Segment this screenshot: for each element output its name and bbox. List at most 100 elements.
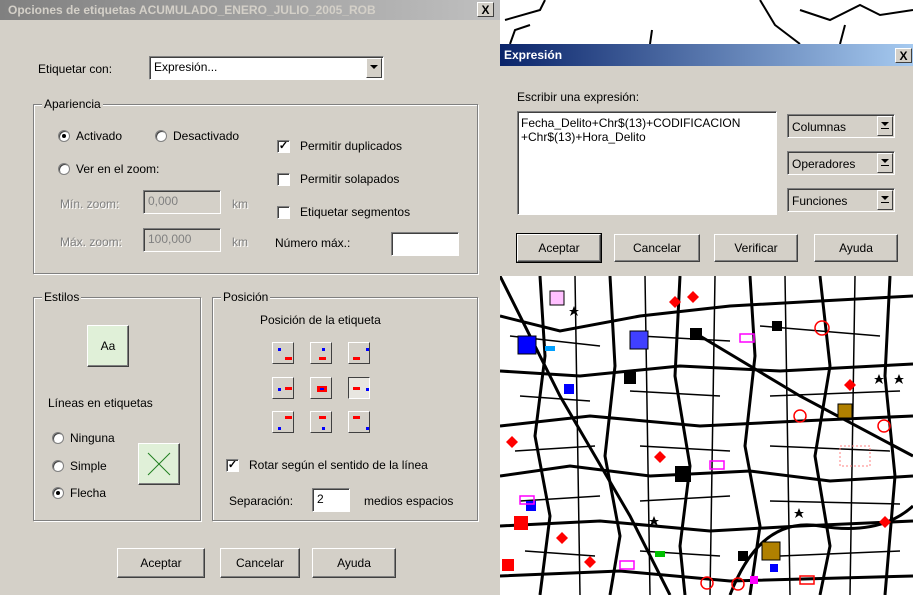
max-zoom-unit: km: [232, 235, 248, 249]
expression-ok-button[interactable]: Aceptar: [516, 233, 602, 263]
crime-markers: [502, 290, 904, 591]
label-options-dialog: Opciones de etiquetas ACUMULADO_ENERO_JU…: [0, 0, 500, 595]
expression-prompt: Escribir una expresión:: [517, 90, 640, 104]
line-style-button[interactable]: [138, 443, 180, 485]
dropdown-arrow-icon[interactable]: [877, 116, 893, 136]
font-style-label: Aa: [100, 339, 116, 353]
expression-verify-text: Verificar: [734, 241, 778, 255]
map-streets-top: [504, 0, 913, 45]
zoom-radio[interactable]: [58, 163, 70, 175]
activated-radio[interactable]: [58, 130, 70, 142]
label-segments-label: Etiquetar segmentos: [300, 205, 411, 219]
label-segments-checkbox[interactable]: [277, 206, 290, 219]
position-middle-left-button[interactable]: [272, 377, 294, 399]
line-none-radio[interactable]: [52, 432, 64, 444]
activated-label: Activado: [76, 129, 123, 143]
position-top-left-button[interactable]: [272, 342, 294, 364]
position-top-center-button[interactable]: [310, 342, 332, 364]
columns-dropdown[interactable]: Columnas: [787, 114, 895, 138]
max-zoom-input[interactable]: 100,000: [143, 228, 221, 252]
expression-dialog: Expresión X Escribir una expresión: Fech…: [500, 44, 913, 276]
expression-verify-button[interactable]: Verificar: [714, 234, 798, 262]
operators-label: Operadores: [792, 157, 856, 171]
label-position-icon: [353, 387, 369, 391]
position-middle-right-button[interactable]: [348, 377, 370, 399]
label-help-button[interactable]: Ayuda: [312, 548, 396, 578]
allow-overlap-label: Permitir solapados: [300, 172, 400, 186]
line-simple-radio[interactable]: [52, 460, 64, 472]
allow-duplicates-checkbox[interactable]: ✓: [277, 140, 290, 153]
label-with-value: Expresión...: [154, 60, 218, 74]
position-center-button[interactable]: [310, 377, 332, 399]
font-style-button[interactable]: Aa: [87, 325, 129, 367]
expression-help-text: Ayuda: [839, 241, 873, 255]
min-zoom-value: 0,000: [148, 194, 179, 208]
label-cancel-button[interactable]: Cancelar: [220, 548, 300, 578]
deactivated-radio[interactable]: [155, 130, 167, 142]
min-zoom-input[interactable]: 0,000: [143, 190, 221, 214]
map-view-top[interactable]: [500, 0, 913, 45]
separation-value: 2: [317, 492, 324, 506]
expression-close-button[interactable]: X: [895, 48, 912, 63]
label-ok-text: Aceptar: [140, 556, 182, 570]
map-view[interactable]: [498, 275, 913, 596]
map-canvas: [498, 275, 913, 596]
label-with-dropdown[interactable]: Expresión...: [149, 56, 384, 80]
separation-input[interactable]: 2: [312, 488, 350, 512]
position-bottom-center-button[interactable]: [310, 411, 332, 433]
label-lines-label: Líneas en etiquetas: [48, 396, 153, 410]
close-icon: X: [481, 3, 490, 17]
position-bottom-left-button[interactable]: [272, 411, 294, 433]
expression-cancel-button[interactable]: Cancelar: [614, 234, 700, 262]
close-icon: X: [899, 49, 908, 63]
expression-cancel-text: Cancelar: [632, 241, 682, 255]
columns-label: Columnas: [792, 120, 847, 134]
rotate-label: Rotar según el sentido de la línea: [249, 458, 428, 472]
label-options-titlebar[interactable]: Opciones de etiquetas ACUMULADO_ENERO_JU…: [0, 0, 500, 20]
label-options-title: Opciones de etiquetas ACUMULADO_ENERO_JU…: [8, 3, 376, 17]
operators-dropdown[interactable]: Operadores: [787, 151, 895, 175]
expression-textarea[interactable]: Fecha_Delito+Chr$(13)+CODIFICACION +Chr$…: [517, 111, 777, 215]
position-legend: Posición: [221, 290, 271, 304]
allow-duplicates-label: Permitir duplicados: [300, 139, 403, 153]
zoom-label: Ver en el zoom:: [76, 162, 160, 176]
label-position-icon: [353, 416, 369, 430]
expression-titlebar[interactable]: Expresión: [500, 44, 913, 66]
label-position-icon: [278, 348, 292, 360]
position-top-right-button[interactable]: [348, 342, 370, 364]
rotate-checkbox[interactable]: ✓: [226, 459, 239, 472]
max-zoom-label: Máx. zoom:: [60, 235, 123, 249]
line-arrow-radio[interactable]: [52, 487, 64, 499]
dropdown-arrow-icon[interactable]: [877, 190, 893, 210]
label-position-icon: [319, 348, 326, 360]
checkmark-icon: ✓: [278, 140, 289, 152]
max-number-label: Número máx.:: [275, 236, 351, 250]
min-zoom-label: Mín. zoom:: [60, 197, 120, 211]
label-options-close-button[interactable]: X: [477, 2, 494, 17]
allow-overlap-checkbox[interactable]: [277, 173, 290, 186]
label-cancel-text: Cancelar: [235, 556, 285, 570]
expression-help-button[interactable]: Ayuda: [814, 234, 898, 262]
separation-unit: medios espacios: [364, 494, 454, 508]
label-with-label: Etiquetar con:: [38, 62, 113, 76]
minor-streets: [509, 275, 901, 596]
expression-line-1: Fecha_Delito+Chr$(13)+CODIFICACION: [521, 116, 741, 130]
chevron-down-icon[interactable]: [366, 58, 382, 78]
separation-label: Separación:: [229, 494, 294, 508]
label-help-text: Ayuda: [337, 556, 371, 570]
label-position-icon: [319, 416, 326, 430]
line-simple-label: Simple: [70, 459, 107, 473]
position-bottom-right-button[interactable]: [348, 411, 370, 433]
functions-dropdown[interactable]: Funciones: [787, 188, 895, 212]
styles-legend: Estilos: [42, 290, 82, 304]
expression-line-2: +Chr$(13)+Hora_Delito: [521, 130, 646, 144]
expression-title: Expresión: [504, 48, 563, 62]
appearance-legend: Apariencia: [42, 97, 103, 111]
line-arrow-label: Flecha: [70, 486, 107, 500]
label-position-icon: [278, 416, 292, 430]
label-position-icon: [317, 386, 327, 392]
dropdown-arrow-icon[interactable]: [877, 153, 893, 173]
checkmark-icon: ✓: [227, 459, 238, 471]
max-number-input[interactable]: [391, 232, 459, 256]
label-ok-button[interactable]: Aceptar: [117, 548, 205, 578]
